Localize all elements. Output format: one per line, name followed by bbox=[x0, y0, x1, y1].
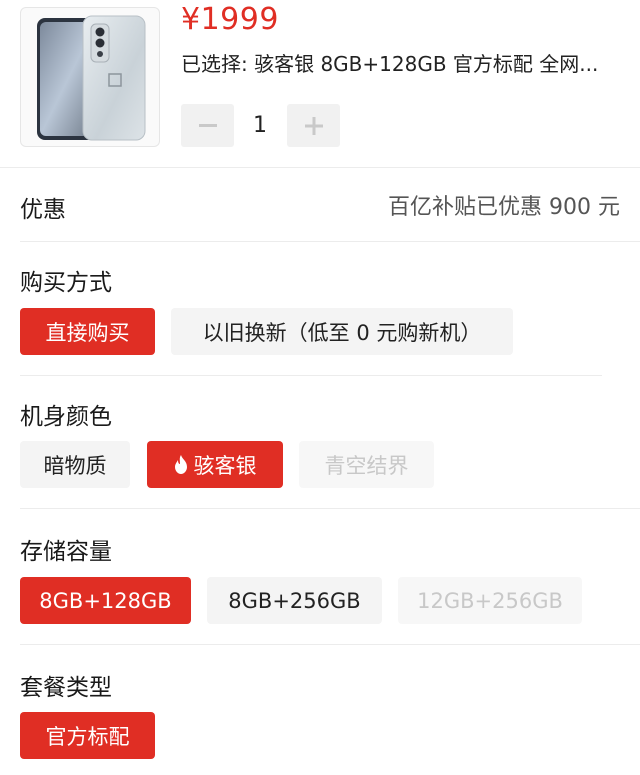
color-option-label: 骇客银 bbox=[193, 453, 257, 478]
color-option-sky-barrier: 青空结界 bbox=[299, 441, 434, 488]
color-label: 机身颜色 bbox=[20, 404, 112, 430]
selected-variant-summary[interactable]: 已选择: 骇客银 8GB+128GB 官方标配 全网... bbox=[181, 48, 626, 77]
storage-label: 存储容量 bbox=[20, 539, 112, 565]
decrease-quantity-button[interactable] bbox=[181, 104, 234, 147]
increase-quantity-button[interactable] bbox=[287, 104, 340, 147]
purchase-option-direct[interactable]: 直接购买 bbox=[20, 308, 155, 355]
quantity-value[interactable]: 1 bbox=[234, 104, 286, 147]
product-header: ¥1999 已选择: 骇客银 8GB+128GB 官方标配 全网... 1 bbox=[0, 0, 640, 168]
storage-option-8-256[interactable]: 8GB+256GB bbox=[207, 577, 382, 624]
purchase-option-trade-in[interactable]: 以旧换新（低至 0 元购新机） bbox=[171, 308, 513, 355]
plus-icon bbox=[304, 116, 323, 135]
divider bbox=[0, 167, 640, 168]
promo-label: 优惠 bbox=[20, 197, 66, 223]
divider bbox=[20, 241, 640, 242]
package-label: 套餐类型 bbox=[20, 675, 112, 701]
promo-value: 百亿补贴已优惠 900 元 bbox=[388, 195, 620, 220]
divider bbox=[20, 644, 640, 645]
package-option-official[interactable]: 官方标配 bbox=[20, 712, 155, 759]
fire-icon bbox=[174, 455, 187, 474]
storage-option-12-256: 12GB+256GB bbox=[398, 577, 582, 624]
purchase-method-label: 购买方式 bbox=[20, 270, 112, 296]
phone-image bbox=[37, 15, 146, 141]
product-price: ¥1999 bbox=[181, 2, 279, 37]
divider bbox=[20, 508, 640, 509]
minus-icon bbox=[198, 123, 217, 127]
color-option-dark-matter[interactable]: 暗物质 bbox=[20, 441, 130, 488]
color-option-hacker-silver[interactable]: 骇客银 bbox=[147, 441, 283, 488]
divider bbox=[20, 375, 602, 376]
product-thumbnail bbox=[20, 7, 160, 147]
storage-option-8-128[interactable]: 8GB+128GB bbox=[20, 577, 191, 624]
